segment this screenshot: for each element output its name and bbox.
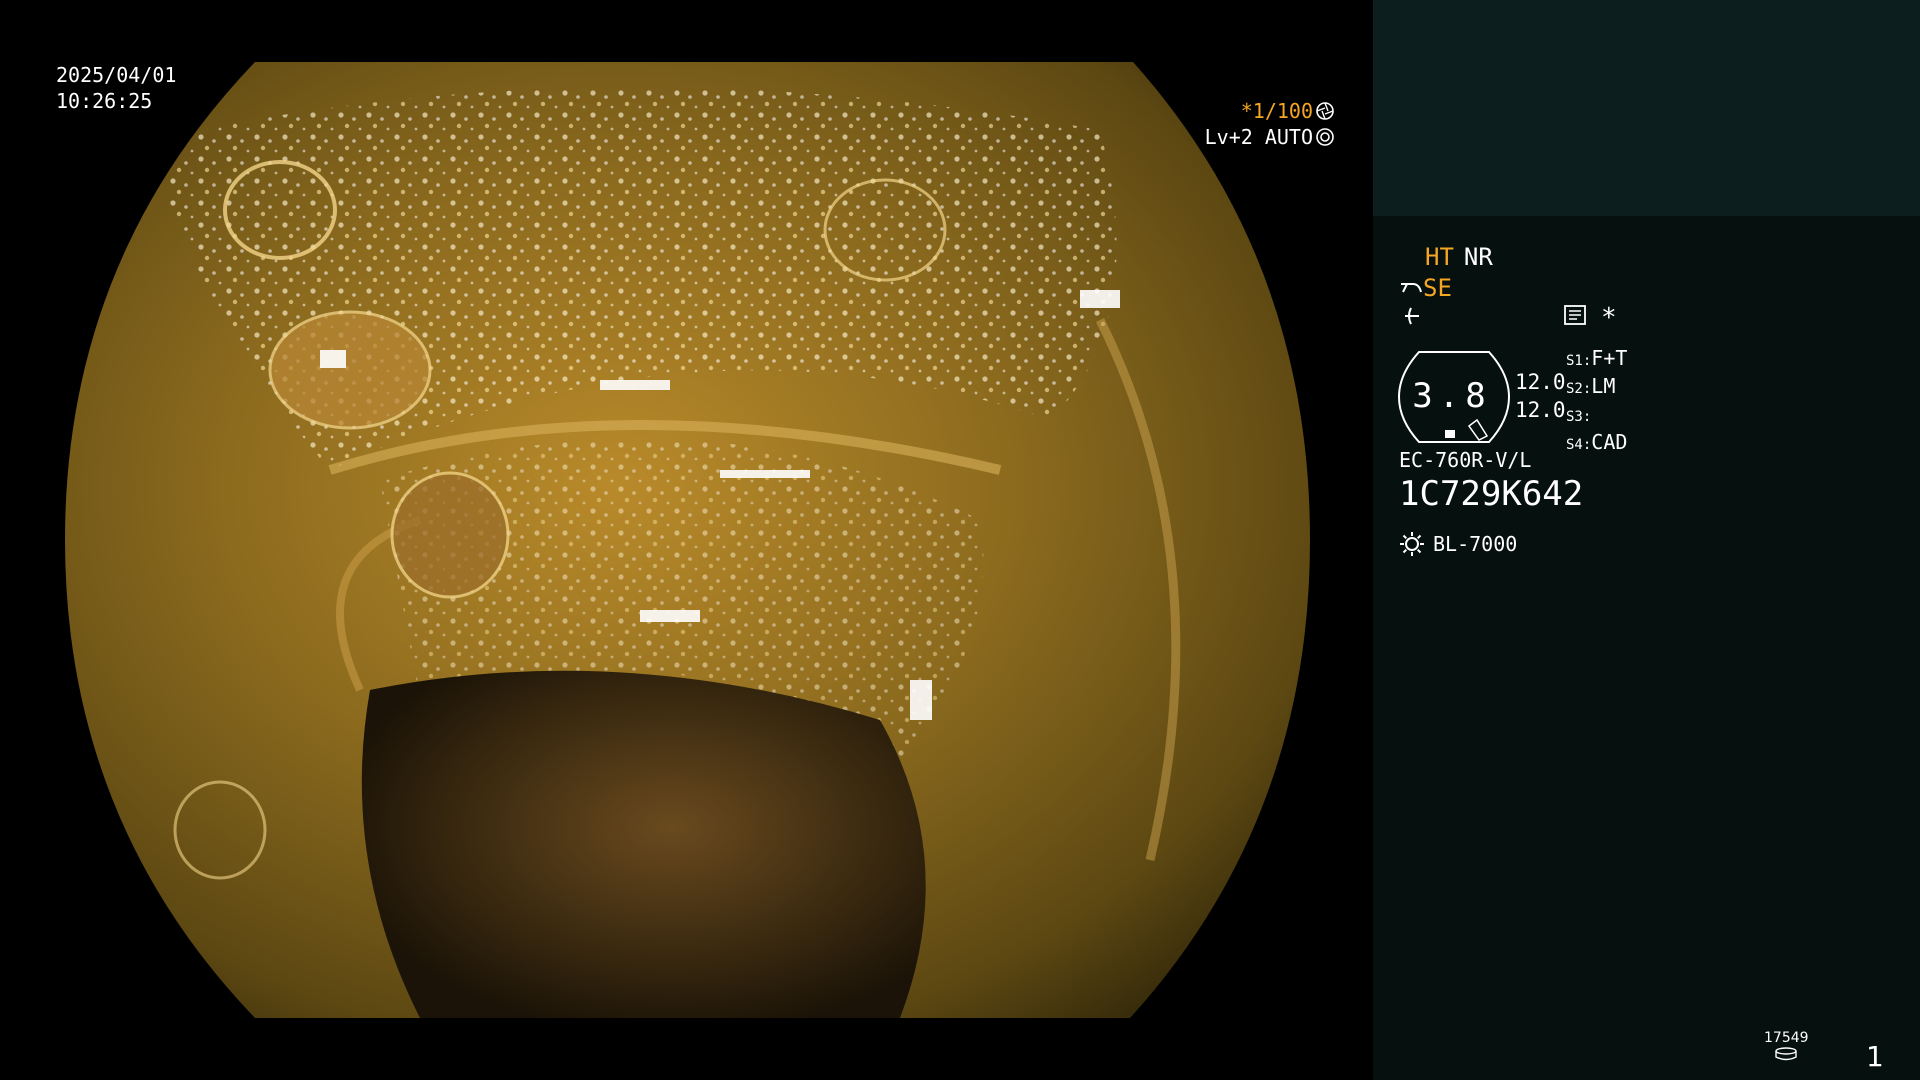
- page-number: 1: [1866, 1040, 1884, 1073]
- memo-icon: [1564, 305, 1586, 325]
- switch-assignments: S1:F+T S2:LM S3: S4:CAD: [1566, 346, 1627, 458]
- switch-label: S2:: [1566, 381, 1592, 397]
- nr-label: NR: [1463, 243, 1493, 271]
- exposure-display: *1/100 Lv+2 AUTO: [1205, 98, 1335, 150]
- scope-curve-icon: [1401, 283, 1422, 293]
- switch-label: S4:: [1566, 437, 1592, 453]
- switch-label: S3:: [1566, 409, 1592, 425]
- switch-value: CAD: [1591, 430, 1628, 454]
- ht-label: HT: [1425, 243, 1454, 271]
- se-status: SE: [1399, 274, 1452, 302]
- time-text: 10:26:25: [56, 89, 153, 113]
- endoscopic-view: 2025/04/01 10:26:25 *1/100 Lv+2 AUTO: [0, 0, 1373, 1080]
- level-mode-text: Lv+2 AUTO: [1204, 125, 1313, 149]
- zoom-value-2: 12.0: [1515, 398, 1566, 422]
- switch-row: S2:LM: [1566, 374, 1627, 402]
- status-panel: HT NR SE * 3.8 12.0 12.0 S1:F+T S2:LM S3:…: [1373, 0, 1920, 1080]
- switch-row: S4:CAD: [1566, 430, 1627, 458]
- counter-text: 17549: [1764, 1030, 1809, 1046]
- flex-indicator: [1401, 304, 1423, 334]
- shutter-speed-text: *1/100: [1240, 99, 1313, 123]
- flex-icon: [1405, 307, 1419, 325]
- switch-row: S1:F+T: [1566, 346, 1627, 374]
- zoom-values: 12.0 12.0: [1515, 368, 1566, 424]
- date-text: 2025/04/01: [56, 63, 177, 87]
- switch-row: S3:: [1566, 402, 1627, 430]
- switch-value: LM: [1591, 374, 1616, 398]
- light-source-text: BL-7000: [1433, 532, 1518, 556]
- sun-icon: [1400, 532, 1424, 556]
- endoscope-image: [65, 62, 1310, 1018]
- scope-serial: 1C729K642: [1399, 474, 1584, 514]
- gauge-value: 3.8: [1412, 376, 1492, 416]
- zoom-value-1: 12.0: [1515, 370, 1566, 394]
- datetime-display: 2025/04/01 10:26:25: [56, 62, 176, 114]
- aperture-icon: [1316, 102, 1334, 120]
- enhancement-status: HT NR: [1425, 243, 1493, 271]
- storage-icon: [1775, 1047, 1797, 1061]
- scope-model: EC-760R-V/L: [1399, 448, 1532, 472]
- light-source: BL-7000: [1399, 530, 1517, 558]
- panel-header-area: [1373, 0, 1920, 216]
- gauge-display: 3.8: [1397, 350, 1511, 444]
- star-indicator: *: [1601, 303, 1617, 333]
- storage-counter: 17549: [1764, 1030, 1809, 1065]
- se-label: SE: [1423, 274, 1452, 302]
- switch-value: F+T: [1591, 346, 1628, 370]
- memo-indicator: [1563, 304, 1587, 332]
- switch-label: S1:: [1566, 353, 1592, 369]
- iris-icon: [1316, 128, 1334, 146]
